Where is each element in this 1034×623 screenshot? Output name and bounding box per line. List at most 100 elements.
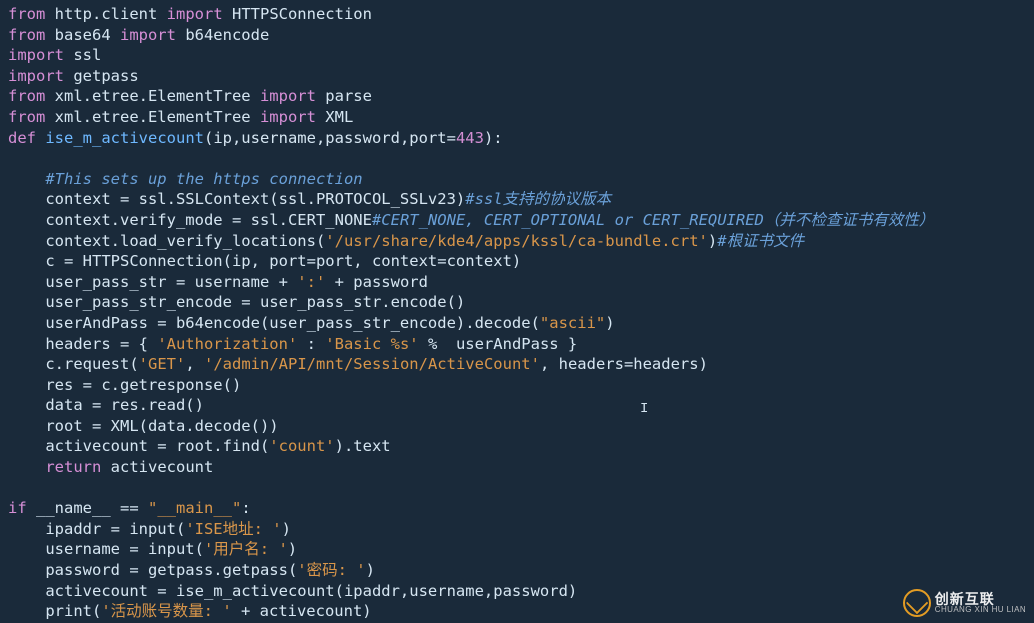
token-id: user_pass_str = username +	[8, 273, 297, 291]
token-punc: )	[282, 520, 291, 538]
code-line: userAndPass = b64encode(user_pass_str_en…	[8, 314, 615, 332]
token-punc: )	[605, 314, 614, 332]
code-line: context.verify_mode = ssl.CERT_NONE#CERT…	[8, 211, 934, 229]
token-id: headers = {	[8, 335, 157, 353]
code-line: user_pass_str_encode = user_pass_str.enc…	[8, 293, 465, 311]
token-id: HTTPSConnection	[223, 5, 372, 23]
watermark-logo: 创新互联 CHUANG XIN HU LIAN	[903, 589, 1026, 617]
token-fn: ise_m_activecount	[45, 129, 204, 147]
code-line: username = input('用户名: ')	[8, 540, 297, 558]
token-punc: ):	[484, 129, 503, 147]
token-id: root = XML(data.decode())	[8, 417, 279, 435]
code-line: print('活动账号数量: ' + activecount)	[8, 602, 372, 620]
token-id	[36, 129, 45, 147]
token-str: ':'	[297, 273, 325, 291]
token-id	[8, 458, 45, 476]
token-id: xml.etree.ElementTree	[45, 87, 260, 105]
token-kw: from	[8, 26, 45, 44]
code-line: if __name__ == "__main__":	[8, 499, 251, 517]
token-kw: from	[8, 87, 45, 105]
token-id: :	[297, 335, 325, 353]
code-line: from xml.etree.ElementTree import XML	[8, 108, 353, 126]
code-line: user_pass_str = username + ':' + passwor…	[8, 273, 428, 291]
token-id: res = c.getresponse()	[8, 376, 241, 394]
token-str: '/admin/API/mnt/Session/ActiveCount'	[204, 355, 540, 373]
token-punc: )	[366, 561, 375, 579]
code-line: res = c.getresponse()	[8, 376, 241, 394]
token-kw: import	[8, 67, 64, 85]
token-str: '密码: '	[297, 561, 365, 579]
token-str: "__main__"	[148, 499, 241, 517]
watermark-icon	[903, 589, 931, 617]
token-str: '用户名: '	[204, 540, 288, 558]
code-line: def ise_m_activecount(ip,username,passwo…	[8, 129, 503, 147]
token-id: c = HTTPSConnection(ip, port=port, conte…	[8, 252, 521, 270]
token-kw: import	[8, 46, 64, 64]
token-id: activecount	[101, 458, 213, 476]
token-id: context.load_verify_locations(	[8, 232, 325, 250]
token-id: activecount = root.find(	[8, 437, 269, 455]
token-id: data = res.read()	[8, 396, 204, 414]
code-line: headers = { 'Authorization' : 'Basic %s'…	[8, 335, 577, 353]
token-id: context.verify_mode = ssl.CERT_NONE	[8, 211, 372, 229]
token-id: + password	[325, 273, 428, 291]
token-kw: import	[260, 108, 316, 126]
token-str: 'ISE地址: '	[185, 520, 281, 538]
token-cmt: #ssl支持的协议版本	[465, 190, 611, 208]
token-id: user_pass_str_encode = user_pass_str.enc…	[8, 293, 465, 311]
token-kw: import	[167, 5, 223, 23]
token-id: b64encode	[176, 26, 269, 44]
code-line: from xml.etree.ElementTree import parse	[8, 87, 372, 105]
token-id: ipaddr = input(	[8, 520, 185, 538]
token-id: print(	[8, 602, 101, 620]
token-str: '活动账号数量: '	[101, 602, 231, 620]
token-kw: from	[8, 108, 45, 126]
token-id: XML	[316, 108, 353, 126]
token-str: 'GET'	[139, 355, 186, 373]
token-punc: (ip,username,password,port=	[204, 129, 456, 147]
token-id: getpass	[64, 67, 139, 85]
token-kw: def	[8, 129, 36, 147]
watermark-text-en: CHUANG XIN HU LIAN	[935, 606, 1026, 614]
code-editor[interactable]: from http.client import HTTPSConnection …	[0, 0, 1034, 622]
token-punc: , headers=headers)	[540, 355, 708, 373]
token-punc: ).text	[335, 437, 391, 455]
code-line: c = HTTPSConnection(ip, port=port, conte…	[8, 252, 521, 270]
token-kw: from	[8, 5, 45, 23]
code-line: #This sets up the https connection	[8, 170, 363, 188]
token-kw: import	[120, 26, 176, 44]
token-id: c.request(	[8, 355, 139, 373]
token-punc: )	[708, 232, 717, 250]
token-str: 'count'	[269, 437, 334, 455]
token-id: username = input(	[8, 540, 204, 558]
token-str: 'Authorization'	[157, 335, 297, 353]
token-id: password = getpass.getpass(	[8, 561, 297, 579]
code-line: from base64 import b64encode	[8, 26, 269, 44]
token-id: + activecount)	[232, 602, 372, 620]
token-id: context = ssl.SSLContext(ssl.PROTOCOL_SS…	[8, 190, 465, 208]
token-cmt: #CERT_NONE, CERT_OPTIONAL or CERT_REQUIR…	[372, 211, 934, 229]
code-line: ipaddr = input('ISE地址: ')	[8, 520, 291, 538]
token-id: http.client	[45, 5, 166, 23]
token-id: base64	[45, 26, 120, 44]
token-kw: return	[45, 458, 101, 476]
token-num: 443	[456, 129, 484, 147]
code-line: root = XML(data.decode())	[8, 417, 279, 435]
watermark-text-cn: 创新互联	[935, 592, 1026, 606]
token-punc: :	[241, 499, 250, 517]
token-id: userAndPass = b64encode(user_pass_str_en…	[8, 314, 540, 332]
token-punc: )	[288, 540, 297, 558]
token-kw: if	[8, 499, 27, 517]
token-id: activecount = ise_m_activecount(ipaddr,u…	[8, 582, 577, 600]
code-line: import getpass	[8, 67, 139, 85]
code-line: password = getpass.getpass('密码: ')	[8, 561, 375, 579]
code-line: context = ssl.SSLContext(ssl.PROTOCOL_SS…	[8, 190, 611, 208]
token-cmt: #根证书文件	[717, 232, 804, 250]
code-line: activecount = ise_m_activecount(ipaddr,u…	[8, 582, 577, 600]
token-id: % userAndPass }	[419, 335, 578, 353]
token-cmt: #This sets up the https connection	[45, 170, 362, 188]
token-id: ssl	[64, 46, 101, 64]
code-line: from http.client import HTTPSConnection	[8, 5, 372, 23]
code-line: data = res.read()	[8, 396, 204, 414]
text-cursor: I	[640, 399, 641, 415]
